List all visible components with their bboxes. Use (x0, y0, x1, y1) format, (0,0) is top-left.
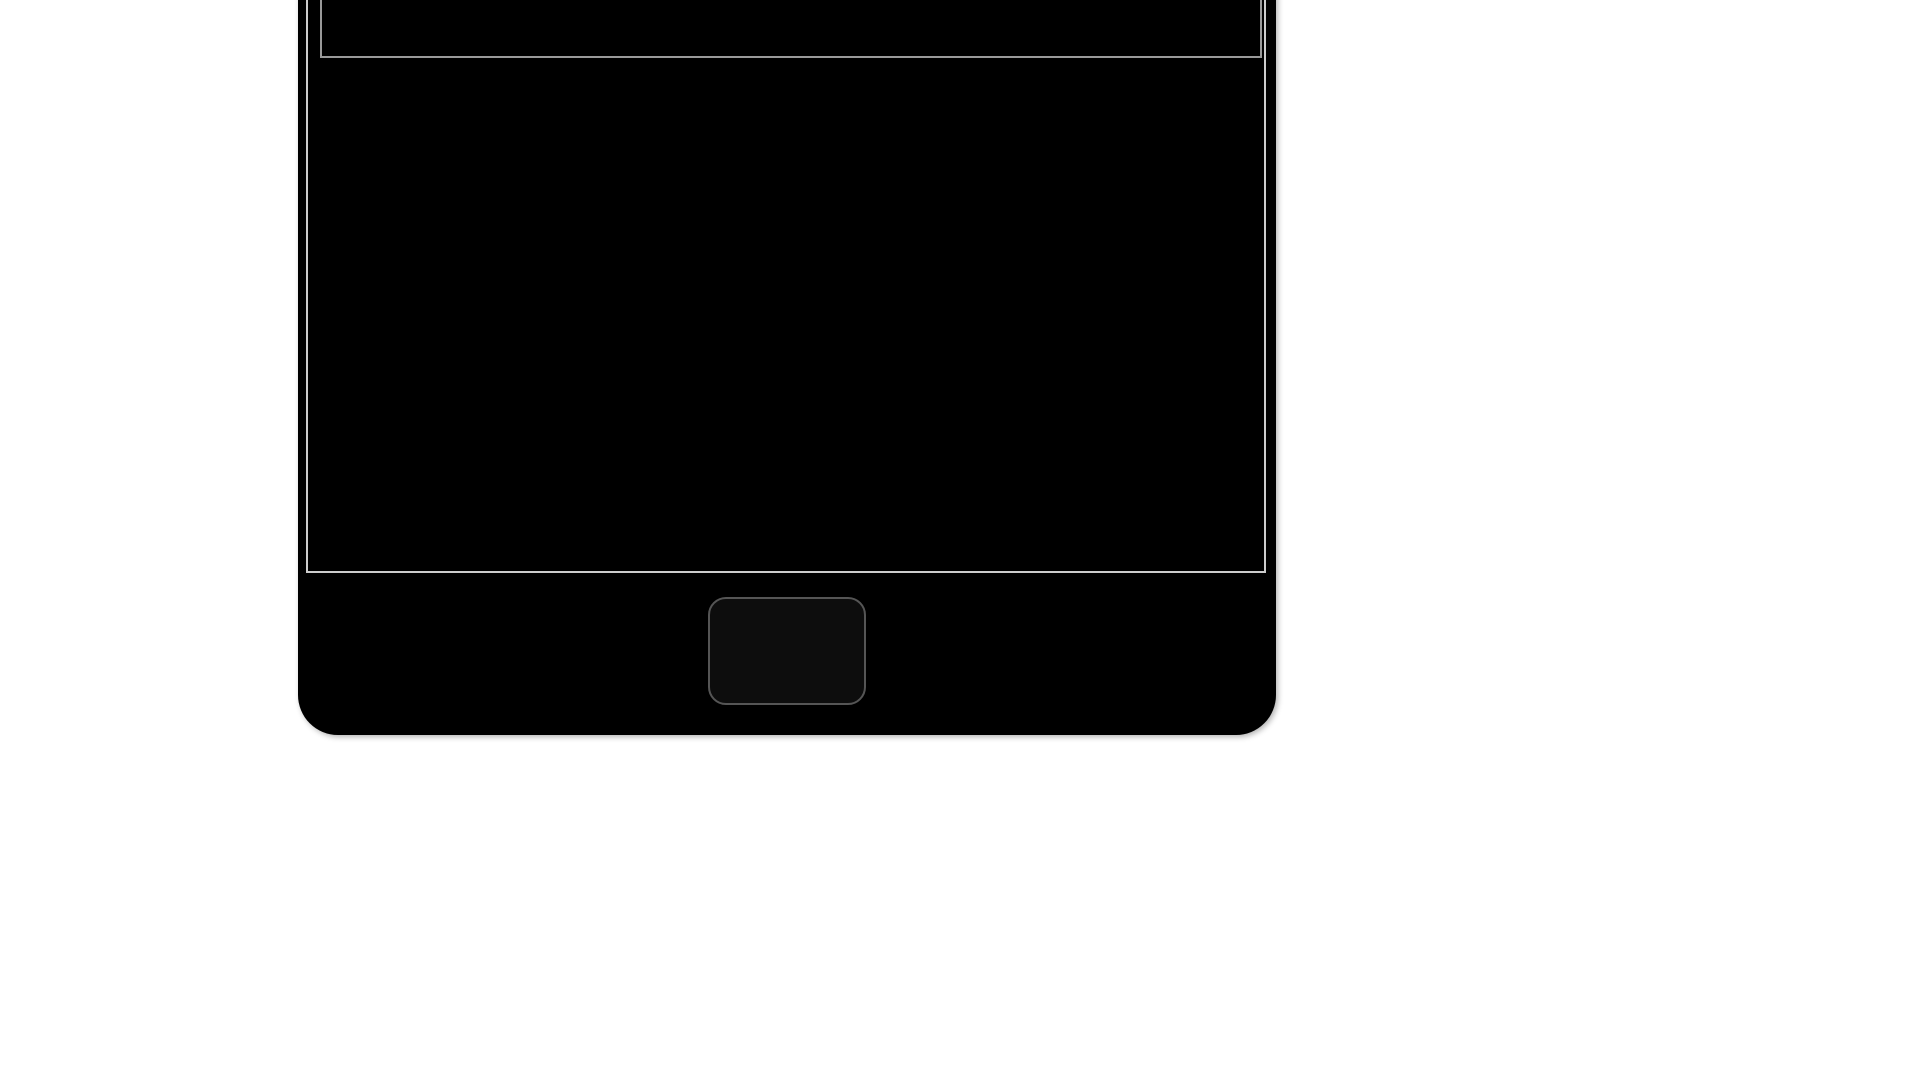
device-frame: Custom sounds Custom Music Custom Sound … (298, 0, 1276, 735)
custom-sounds-fieldset: Custom sounds Custom Music Custom Sound … (320, 0, 1262, 58)
home-button[interactable] (708, 597, 866, 705)
inner-panel: Custom sounds Custom Music Custom Sound … (306, 0, 1266, 573)
